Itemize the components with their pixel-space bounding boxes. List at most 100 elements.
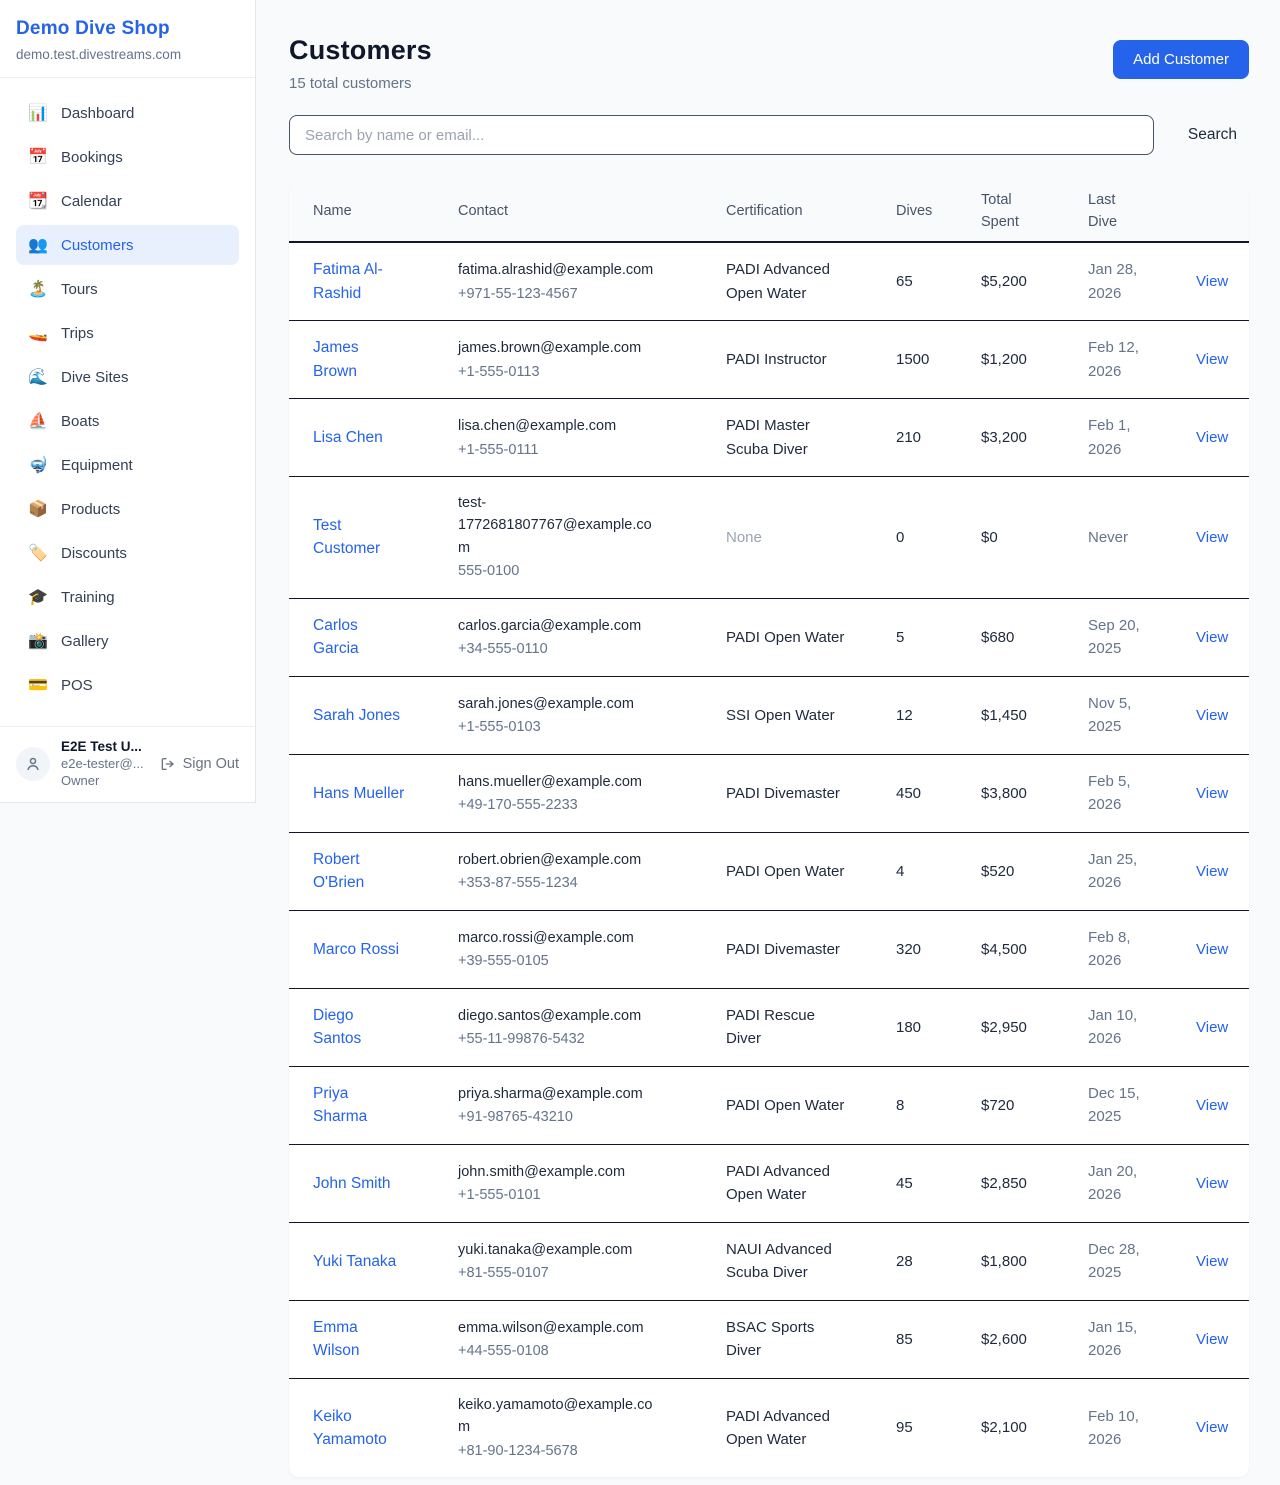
search-button[interactable]: Search: [1176, 126, 1249, 144]
shop-domain: demo.test.divestreams.com: [16, 47, 239, 62]
customer-phone: +1-555-0113: [458, 364, 540, 380]
certification-cell: None: [726, 526, 896, 549]
total-spent-cell: $680: [981, 626, 1088, 649]
people-icon: 👥: [28, 235, 48, 255]
sidebar-item-dive-sites[interactable]: 🌊 Dive Sites: [16, 357, 239, 397]
customer-name-link[interactable]: Lisa Chen: [313, 426, 383, 449]
customer-name-link[interactable]: Keiko Yamamoto: [313, 1405, 405, 1452]
customer-name-link[interactable]: Fatima Al-Rashid: [313, 258, 405, 305]
view-customer-link[interactable]: View: [1196, 1097, 1228, 1114]
customer-phone: +91-98765-43210: [458, 1109, 573, 1125]
certification-cell: PADI Instructor: [726, 348, 896, 371]
sidebar-item-training[interactable]: 🎓 Training: [16, 577, 239, 617]
view-customer-link[interactable]: View: [1196, 785, 1228, 802]
sign-out-label: Sign Out: [183, 756, 239, 772]
total-spent-cell: $1,800: [981, 1250, 1088, 1273]
customer-name-link[interactable]: John Smith: [313, 1172, 391, 1195]
customer-email: diego.santos@example.com: [458, 1005, 641, 1027]
total-spent-cell: $2,100: [981, 1416, 1088, 1439]
customer-name-link[interactable]: Diego Santos: [313, 1004, 405, 1051]
view-customer-link[interactable]: View: [1196, 351, 1228, 368]
certification-cell: PADI Advanced Open Water: [726, 1405, 896, 1452]
sign-out-button[interactable]: Sign Out: [160, 756, 239, 772]
customer-name-link[interactable]: Priya Sharma: [313, 1082, 405, 1129]
total-spent-cell: $3,200: [981, 426, 1088, 449]
sidebar-item-products[interactable]: 📦 Products: [16, 489, 239, 529]
certification-cell: PADI Advanced Open Water: [726, 1160, 896, 1207]
customer-phone: +1-555-0111: [458, 442, 539, 458]
view-customer-link[interactable]: View: [1196, 1019, 1228, 1036]
contact-cell: diego.santos@example.com +55-11-99876-54…: [458, 1004, 726, 1051]
shop-logo-link[interactable]: Demo Dive Shop demo.test.divestreams.com: [0, 0, 255, 78]
dives-cell: 210: [896, 426, 981, 449]
certification-cell: PADI Open Water: [726, 860, 896, 883]
sidebar-item-gallery[interactable]: 📸 Gallery: [16, 621, 239, 661]
view-customer-link[interactable]: View: [1196, 429, 1228, 446]
customer-name-link[interactable]: Sarah Jones: [313, 704, 400, 727]
table-row: Carlos Garcia carlos.garcia@example.com …: [289, 599, 1249, 677]
search-input[interactable]: [289, 115, 1154, 155]
avatar: [16, 747, 50, 781]
island-icon: 🏝️: [28, 279, 48, 299]
customer-name-link[interactable]: Carlos Garcia: [313, 614, 405, 661]
sidebar-item-trips[interactable]: 🚤 Trips: [16, 313, 239, 353]
view-customer-link[interactable]: View: [1196, 1253, 1228, 1270]
table-row: Keiko Yamamoto keiko.yamamoto@example.co…: [289, 1379, 1249, 1477]
view-customer-link[interactable]: View: [1196, 707, 1228, 724]
dives-cell: 12: [896, 704, 981, 727]
column-header-dives: Dives: [896, 200, 981, 222]
view-customer-link[interactable]: View: [1196, 941, 1228, 958]
certification-cell: BSAC Sports Diver: [726, 1316, 896, 1363]
table-row: Fatima Al-Rashid fatima.alrashid@example…: [289, 243, 1249, 321]
table-row: Priya Sharma priya.sharma@example.com +9…: [289, 1067, 1249, 1145]
table-row: Lisa Chen lisa.chen@example.com +1-555-0…: [289, 399, 1249, 477]
certification-cell: PADI Advanced Open Water: [726, 258, 896, 305]
customer-email: carlos.garcia@example.com: [458, 615, 641, 637]
total-spent-cell: $2,950: [981, 1016, 1088, 1039]
customer-email: lisa.chen@example.com: [458, 415, 616, 437]
customer-name-link[interactable]: James Brown: [313, 336, 405, 383]
customer-email: priya.sharma@example.com: [458, 1083, 643, 1105]
total-spent-cell: $3,800: [981, 782, 1088, 805]
customer-name-link[interactable]: Marco Rossi: [313, 938, 399, 961]
view-customer-link[interactable]: View: [1196, 863, 1228, 880]
sidebar-item-discounts[interactable]: 🏷️ Discounts: [16, 533, 239, 573]
sidebar-item-calendar[interactable]: 📆 Calendar: [16, 181, 239, 221]
sidebar-item-dashboard[interactable]: 📊 Dashboard: [16, 93, 239, 133]
contact-cell: hans.mueller@example.com +49-170-555-223…: [458, 770, 726, 817]
customer-phone: +39-555-0105: [458, 953, 549, 969]
sidebar-item-tours[interactable]: 🏝️ Tours: [16, 269, 239, 309]
sailboat-icon: ⛵: [28, 411, 48, 431]
sidebar-item-boats[interactable]: ⛵ Boats: [16, 401, 239, 441]
customer-name-link[interactable]: Emma Wilson: [313, 1316, 405, 1363]
view-customer-link[interactable]: View: [1196, 273, 1228, 290]
sidebar-item-pos[interactable]: 💳 POS: [16, 665, 239, 705]
view-customer-link[interactable]: View: [1196, 629, 1228, 646]
diving-mask-icon: 🤿: [28, 455, 48, 475]
user-info: E2E Test U... e2e-tester@... Owner: [61, 739, 144, 788]
credit-card-icon: 💳: [28, 675, 48, 695]
view-customer-link[interactable]: View: [1196, 1419, 1228, 1436]
certification-cell: PADI Open Water: [726, 626, 896, 649]
view-customer-link[interactable]: View: [1196, 1331, 1228, 1348]
add-customer-button[interactable]: Add Customer: [1113, 40, 1249, 79]
total-spent-cell: $1,200: [981, 348, 1088, 371]
sidebar-item-customers[interactable]: 👥 Customers: [16, 225, 239, 265]
view-customer-link[interactable]: View: [1196, 1175, 1228, 1192]
table-row: Robert O'Brien robert.obrien@example.com…: [289, 833, 1249, 911]
column-header-certification: Certification: [726, 200, 896, 222]
customer-name-link[interactable]: Robert O'Brien: [313, 848, 405, 895]
customer-phone: +34-555-0110: [458, 641, 548, 657]
view-customer-link[interactable]: View: [1196, 529, 1228, 546]
customer-name-link[interactable]: Test Customer: [313, 514, 405, 561]
page-header: Customers 15 total customers Add Custome…: [289, 35, 1249, 92]
last-dive-cell: Jan 10, 2026: [1088, 1004, 1196, 1051]
customer-email: emma.wilson@example.com: [458, 1317, 644, 1339]
customer-name-link[interactable]: Hans Mueller: [313, 782, 404, 805]
total-spent-cell: $5,200: [981, 270, 1088, 293]
sidebar-item-equipment[interactable]: 🤿 Equipment: [16, 445, 239, 485]
customer-name-link[interactable]: Yuki Tanaka: [313, 1250, 396, 1273]
sidebar-item-bookings[interactable]: 📅 Bookings: [16, 137, 239, 177]
last-dive-cell: Jan 28, 2026: [1088, 258, 1196, 305]
search-bar: Search: [289, 115, 1249, 155]
